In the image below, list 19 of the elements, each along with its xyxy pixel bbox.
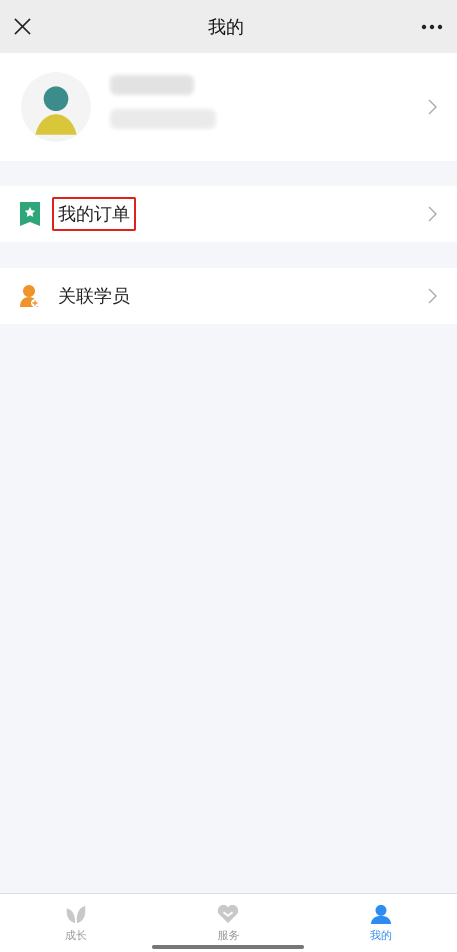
person-add-icon (20, 284, 40, 308)
page-title: 我的 (208, 16, 244, 38)
menu-item[interactable]: 关联学员 (0, 268, 457, 324)
tab[interactable]: 服务 (152, 894, 305, 952)
chevron-icon (428, 206, 437, 222)
leaf-icon (65, 904, 88, 924)
chevron-icon (428, 288, 437, 304)
avatar-icon (20, 71, 92, 143)
tab[interactable]: 我的 (304, 894, 457, 952)
person-icon (370, 904, 392, 924)
bookmark-star-icon (20, 202, 40, 226)
close-icon[interactable] (14, 18, 31, 35)
chevron-icon (428, 99, 437, 115)
tab[interactable]: 成长 (0, 894, 152, 952)
menu-label: 关联学员 (57, 285, 131, 309)
heart-icon (217, 904, 240, 924)
menu-item[interactable]: 我的订单 (0, 186, 457, 242)
more-icon[interactable] (421, 24, 443, 30)
menu-label: 我的订单 (52, 197, 136, 231)
